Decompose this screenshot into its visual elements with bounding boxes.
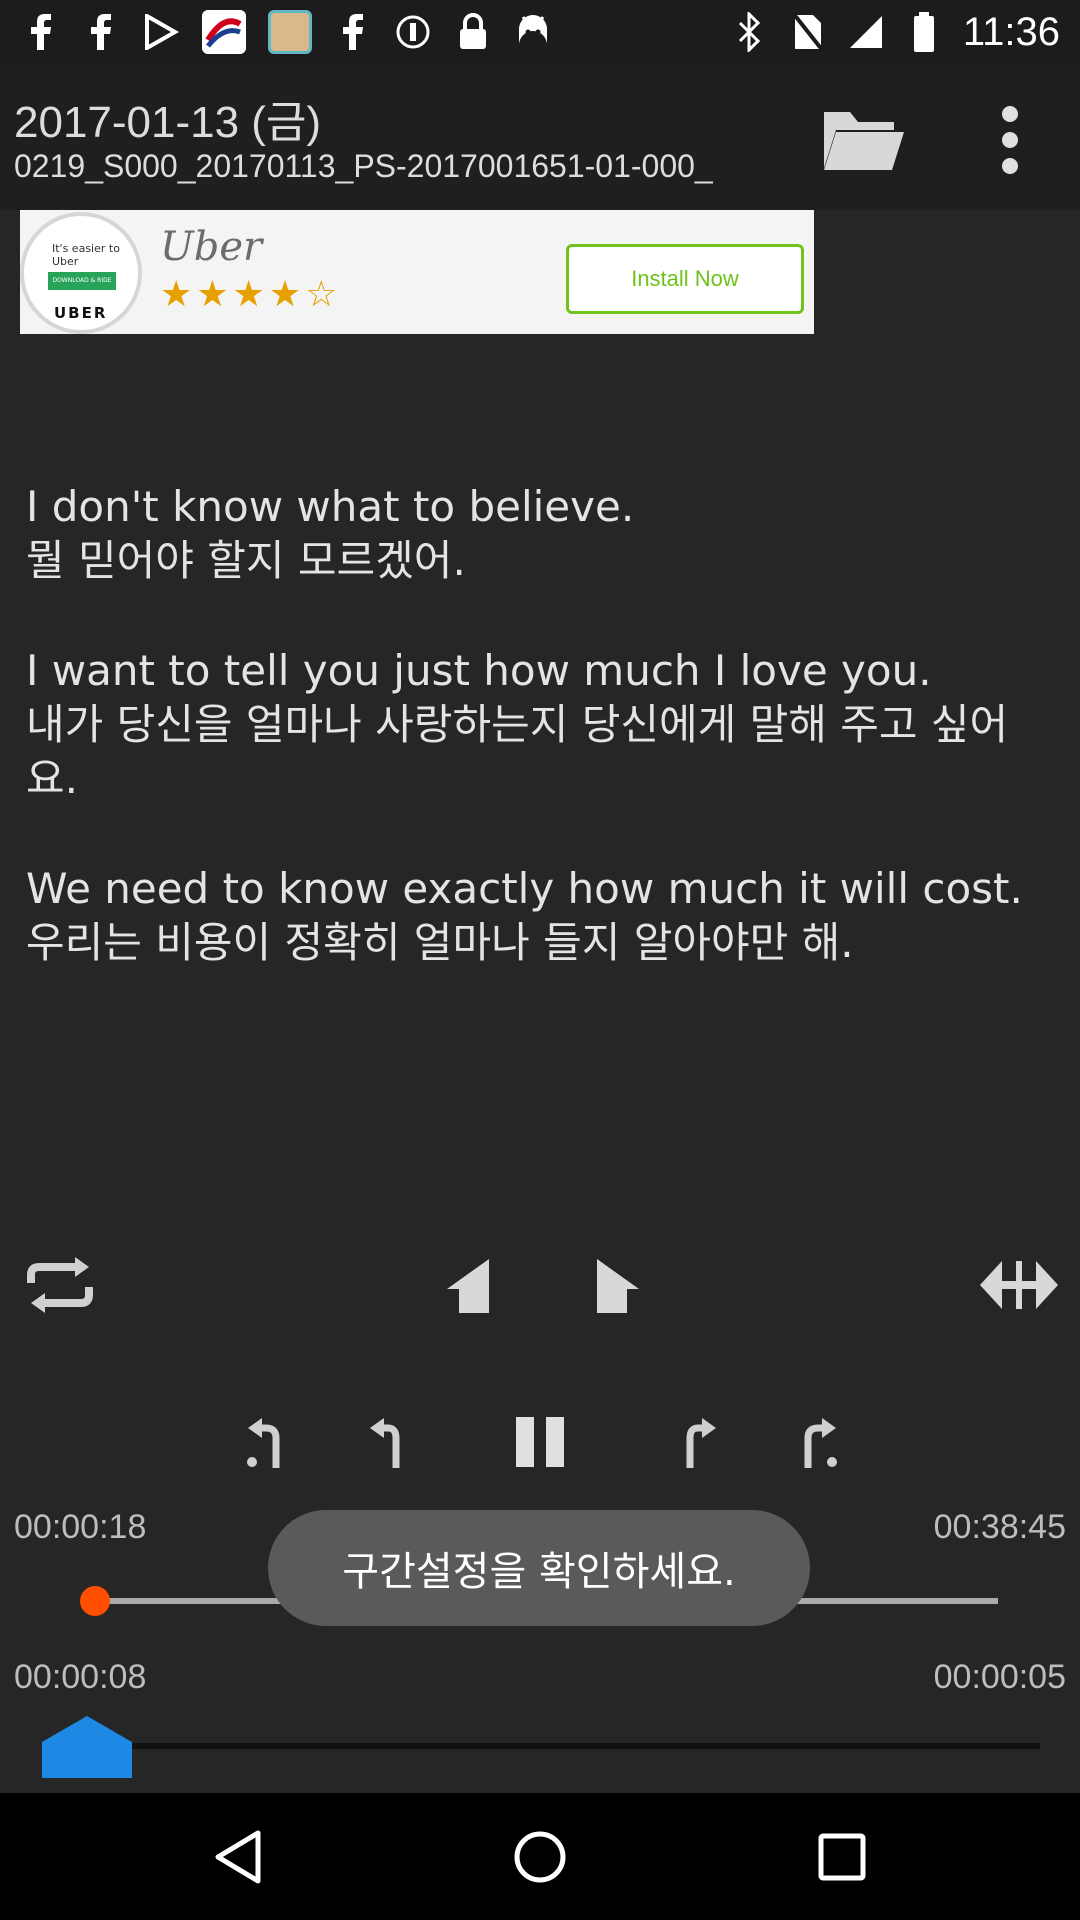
info-icon xyxy=(394,13,432,51)
pause-button[interactable] xyxy=(510,1410,570,1474)
play-store-icon xyxy=(142,13,180,51)
navigation-bar xyxy=(0,1793,1080,1920)
system-icons: 11:36 xyxy=(731,8,1060,56)
sentence-list: I don't know what to believe. 뭘 믿어야 할지 모… xyxy=(26,480,1056,1026)
sentence-item[interactable]: I want to tell you just how much I love … xyxy=(26,644,1056,806)
recents-icon xyxy=(818,1833,866,1880)
android-icon xyxy=(514,13,552,51)
battery-icon xyxy=(905,12,943,52)
repeat-button[interactable] xyxy=(20,1250,100,1320)
back-button[interactable] xyxy=(148,1793,328,1920)
lock-icon xyxy=(454,13,492,51)
korean-translation: 뭘 믿어야 할지 모르겠어. xyxy=(26,536,466,585)
overflow-menu-button[interactable] xyxy=(980,100,1040,180)
forward-short-button[interactable] xyxy=(670,1412,724,1472)
ad-banner[interactable]: It's easier to Uber DOWNLOAD & RIDE UBER… xyxy=(20,210,814,334)
section-start-marker[interactable] xyxy=(42,1716,132,1782)
folder-icon xyxy=(824,112,904,170)
sentence-item[interactable]: I don't know what to believe. 뭘 믿어야 할지 모… xyxy=(26,480,1056,588)
progress-thumb[interactable] xyxy=(80,1586,111,1616)
facebook-icon xyxy=(82,13,120,51)
airline-app-icon xyxy=(202,10,246,54)
rewind-long-button[interactable] xyxy=(238,1412,292,1472)
signal-icon xyxy=(847,13,885,51)
current-time: 00:00:18 xyxy=(14,1508,147,1546)
forward-short-icon xyxy=(686,1418,716,1468)
previous-sentence-button[interactable] xyxy=(438,1250,498,1320)
english-sentence: We need to know exactly how much it will… xyxy=(26,864,1023,913)
section-start-time: 00:00:08 xyxy=(14,1658,147,1696)
section-track[interactable] xyxy=(88,1743,1040,1749)
section-icon xyxy=(980,1261,1058,1309)
open-folder-button[interactable] xyxy=(820,104,906,176)
sentence-item[interactable]: We need to know exactly how much it will… xyxy=(26,862,1056,970)
section-setting-button[interactable] xyxy=(974,1250,1064,1320)
total-time: 00:38:45 xyxy=(933,1508,1066,1546)
more-vert-icon xyxy=(1002,106,1018,174)
rewind-short-button[interactable] xyxy=(362,1412,416,1472)
forward-long-button[interactable] xyxy=(792,1412,846,1472)
back-icon xyxy=(215,1830,261,1883)
korean-translation: 우리는 비용이 정확히 얼마나 들지 알아야만 해. xyxy=(26,918,854,967)
forward-long-icon xyxy=(804,1418,837,1468)
uber-logo: It's easier to Uber DOWNLOAD & RIDE UBER xyxy=(20,212,142,334)
bluetooth-icon xyxy=(731,12,769,52)
app-bar: 2017-01-13 (금) 0219_S000_20170113_PS-201… xyxy=(0,64,1080,210)
repeat-icon xyxy=(27,1257,93,1313)
pause-icon xyxy=(516,1417,564,1467)
no-sim-icon xyxy=(789,13,827,51)
english-sentence: I want to tell you just how much I love … xyxy=(26,646,932,695)
facebook-icon xyxy=(334,13,372,51)
recents-button[interactable] xyxy=(752,1793,932,1920)
english-sentence: I don't know what to believe. xyxy=(26,482,635,531)
home-button[interactable] xyxy=(450,1793,630,1920)
rewind-short-icon xyxy=(370,1418,400,1468)
previous-icon xyxy=(447,1259,489,1313)
photo-app-icon xyxy=(268,10,312,54)
toast-message: 구간설정을 확인하세요. xyxy=(268,1510,810,1626)
ad-brand-name: Uber xyxy=(160,224,263,270)
file-name: 0219_S000_20170113_PS-2017001651-01-000_ xyxy=(14,148,713,184)
next-sentence-button[interactable] xyxy=(588,1250,648,1320)
install-now-button[interactable]: Install Now xyxy=(566,244,804,314)
korean-translation: 내가 당신을 얼마나 사랑하는지 당신에게 말해 주고 싶어요. xyxy=(26,700,1009,803)
next-icon xyxy=(597,1259,639,1313)
section-marker-icon xyxy=(42,1716,132,1778)
rewind-long-icon xyxy=(247,1418,280,1468)
date-title: 2017-01-13 (금) xyxy=(14,98,322,147)
facebook-icon xyxy=(22,13,60,51)
home-icon xyxy=(514,1831,566,1882)
clock: 11:36 xyxy=(962,9,1060,54)
section-end-time: 00:00:05 xyxy=(933,1658,1066,1696)
status-bar: 11:36 xyxy=(0,0,1080,64)
notification-icons xyxy=(22,8,552,56)
star-rating: ★★★★☆ xyxy=(160,274,342,315)
